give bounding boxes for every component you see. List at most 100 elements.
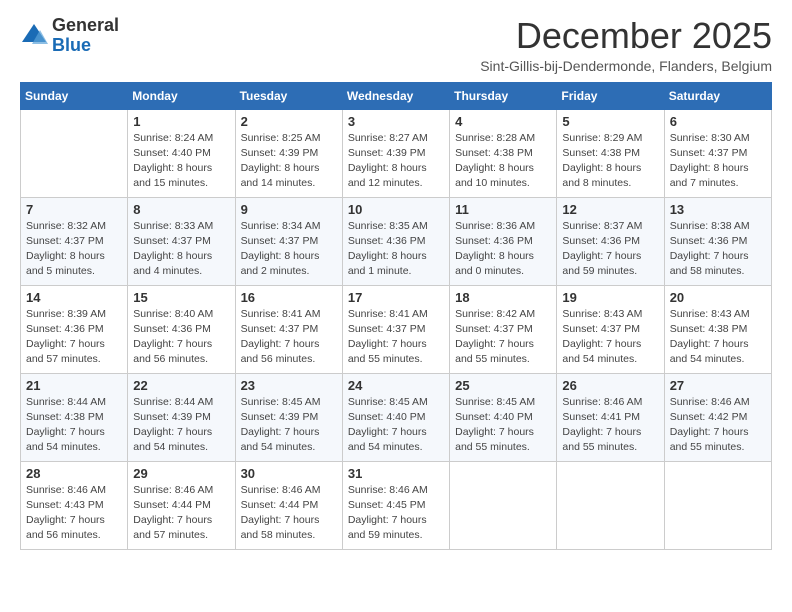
day-number: 20 (670, 290, 766, 305)
day-number: 11 (455, 202, 551, 217)
day-info: Sunrise: 8:46 AMSunset: 4:43 PMDaylight:… (26, 483, 122, 544)
day-info: Sunrise: 8:41 AMSunset: 4:37 PMDaylight:… (241, 307, 337, 368)
calendar-cell (450, 461, 557, 549)
day-number: 5 (562, 114, 658, 129)
title-block: December 2025 Sint-Gillis-bij-Dendermond… (480, 16, 772, 74)
day-number: 30 (241, 466, 337, 481)
calendar-cell: 4 Sunrise: 8:28 AMSunset: 4:38 PMDaylight… (450, 109, 557, 197)
calendar-cell: 31Sunrise: 8:46 AMSunset: 4:45 PMDayligh… (342, 461, 449, 549)
calendar-cell: 17 Sunrise: 8:41 AMSunset: 4:37 PMDayligh… (342, 285, 449, 373)
day-number: 8 (133, 202, 229, 217)
day-number: 29 (133, 466, 229, 481)
day-number: 12 (562, 202, 658, 217)
calendar-cell: 2 Sunrise: 8:25 AMSunset: 4:39 PMDaylight… (235, 109, 342, 197)
day-info: Sunrise: 8:25 AMSunset: 4:39 PMDaylight:… (241, 131, 337, 192)
calendar-cell: 8 Sunrise: 8:33 AMSunset: 4:37 PMDaylight… (128, 197, 235, 285)
day-number: 14 (26, 290, 122, 305)
day-header-thursday: Thursday (450, 82, 557, 109)
calendar-header-row: SundayMondayTuesdayWednesdayThursdayFrid… (21, 82, 772, 109)
day-header-monday: Monday (128, 82, 235, 109)
subtitle: Sint-Gillis-bij-Dendermonde, Flanders, B… (480, 58, 772, 74)
day-header-saturday: Saturday (664, 82, 771, 109)
calendar-cell: 12 Sunrise: 8:37 AMSunset: 4:36 PMDayligh… (557, 197, 664, 285)
day-info: Sunrise: 8:39 AMSunset: 4:36 PMDaylight:… (26, 307, 122, 368)
day-info: Sunrise: 8:42 AMSunset: 4:37 PMDaylight:… (455, 307, 551, 368)
day-header-tuesday: Tuesday (235, 82, 342, 109)
calendar-cell: 20 Sunrise: 8:43 AMSunset: 4:38 PMDayligh… (664, 285, 771, 373)
calendar-cell: 9 Sunrise: 8:34 AMSunset: 4:37 PMDaylight… (235, 197, 342, 285)
day-info: Sunrise: 8:46 AMSunset: 4:44 PMDaylight:… (241, 483, 337, 544)
day-number: 7 (26, 202, 122, 217)
day-header-friday: Friday (557, 82, 664, 109)
calendar-week-row: 7Sunrise: 8:32 AMSunset: 4:37 PMDaylight… (21, 197, 772, 285)
day-info: Sunrise: 8:41 AMSunset: 4:37 PMDaylight:… (348, 307, 444, 368)
calendar-cell: 26Sunrise: 8:46 AMSunset: 4:41 PMDayligh… (557, 373, 664, 461)
calendar-week-row: 21 Sunrise: 8:44 AMSunset: 4:38 PMDayligh… (21, 373, 772, 461)
day-info: Sunrise: 8:46 AMSunset: 4:41 PMDaylight:… (562, 395, 658, 456)
day-header-wednesday: Wednesday (342, 82, 449, 109)
day-info: Sunrise: 8:28 AMSunset: 4:38 PMDaylight:… (455, 131, 551, 192)
month-title: December 2025 (480, 16, 772, 56)
day-info: Sunrise: 8:44 AMSunset: 4:39 PMDaylight:… (133, 395, 229, 456)
calendar-cell: 6Sunrise: 8:30 AMSunset: 4:37 PMDaylight… (664, 109, 771, 197)
day-info: Sunrise: 8:43 AMSunset: 4:38 PMDaylight:… (670, 307, 766, 368)
calendar-cell: 24Sunrise: 8:45 AMSunset: 4:40 PMDayligh… (342, 373, 449, 461)
day-number: 2 (241, 114, 337, 129)
logo: General Blue (20, 16, 119, 56)
day-info: Sunrise: 8:37 AMSunset: 4:36 PMDaylight:… (562, 219, 658, 280)
day-number: 13 (670, 202, 766, 217)
day-info: Sunrise: 8:44 AMSunset: 4:38 PMDaylight:… (26, 395, 122, 456)
day-number: 24 (348, 378, 444, 393)
calendar-cell: 28 Sunrise: 8:46 AMSunset: 4:43 PMDayligh… (21, 461, 128, 549)
day-header-sunday: Sunday (21, 82, 128, 109)
day-info: Sunrise: 8:33 AMSunset: 4:37 PMDaylight:… (133, 219, 229, 280)
calendar-cell: 13 Sunrise: 8:38 AMSunset: 4:36 PMDayligh… (664, 197, 771, 285)
page-header: General Blue December 2025 Sint-Gillis-b… (20, 16, 772, 74)
calendar-cell (664, 461, 771, 549)
calendar-cell: 22 Sunrise: 8:44 AMSunset: 4:39 PMDayligh… (128, 373, 235, 461)
calendar-week-row: 14 Sunrise: 8:39 AMSunset: 4:36 PMDayligh… (21, 285, 772, 373)
day-number: 4 (455, 114, 551, 129)
calendar-cell: 25Sunrise: 8:45 AMSunset: 4:40 PMDayligh… (450, 373, 557, 461)
day-number: 10 (348, 202, 444, 217)
calendar-cell: 11 Sunrise: 8:36 AMSunset: 4:36 PMDayligh… (450, 197, 557, 285)
day-number: 28 (26, 466, 122, 481)
calendar-cell: 29 Sunrise: 8:46 AMSunset: 4:44 PMDayligh… (128, 461, 235, 549)
day-number: 18 (455, 290, 551, 305)
day-info: Sunrise: 8:46 AMSunset: 4:44 PMDaylight:… (133, 483, 229, 544)
day-number: 17 (348, 290, 444, 305)
day-info: Sunrise: 8:43 AMSunset: 4:37 PMDaylight:… (562, 307, 658, 368)
day-info: Sunrise: 8:35 AMSunset: 4:36 PMDaylight:… (348, 219, 444, 280)
day-number: 15 (133, 290, 229, 305)
calendar-cell: 19 Sunrise: 8:43 AMSunset: 4:37 PMDayligh… (557, 285, 664, 373)
calendar-cell: 1Sunrise: 8:24 AMSunset: 4:40 PMDaylight… (128, 109, 235, 197)
calendar-cell: 23Sunrise: 8:45 AMSunset: 4:39 PMDayligh… (235, 373, 342, 461)
day-info: Sunrise: 8:34 AMSunset: 4:37 PMDaylight:… (241, 219, 337, 280)
logo-general: General (52, 15, 119, 35)
day-info: Sunrise: 8:36 AMSunset: 4:36 PMDaylight:… (455, 219, 551, 280)
calendar-cell: 21 Sunrise: 8:44 AMSunset: 4:38 PMDayligh… (21, 373, 128, 461)
calendar-cell (21, 109, 128, 197)
day-number: 6 (670, 114, 766, 129)
calendar-week-row: 28 Sunrise: 8:46 AMSunset: 4:43 PMDayligh… (21, 461, 772, 549)
calendar-cell: 15 Sunrise: 8:40 AMSunset: 4:36 PMDayligh… (128, 285, 235, 373)
calendar-cell: 18 Sunrise: 8:42 AMSunset: 4:37 PMDayligh… (450, 285, 557, 373)
day-number: 9 (241, 202, 337, 217)
logo-text: General Blue (52, 16, 119, 56)
day-number: 3 (348, 114, 444, 129)
calendar-week-row: 1Sunrise: 8:24 AMSunset: 4:40 PMDaylight… (21, 109, 772, 197)
logo-icon (20, 22, 48, 50)
day-info: Sunrise: 8:40 AMSunset: 4:36 PMDaylight:… (133, 307, 229, 368)
calendar-cell: 16Sunrise: 8:41 AMSunset: 4:37 PMDayligh… (235, 285, 342, 373)
day-number: 31 (348, 466, 444, 481)
calendar-cell: 30 Sunrise: 8:46 AMSunset: 4:44 PMDayligh… (235, 461, 342, 549)
day-info: Sunrise: 8:45 AMSunset: 4:40 PMDaylight:… (455, 395, 551, 456)
day-number: 22 (133, 378, 229, 393)
day-info: Sunrise: 8:27 AMSunset: 4:39 PMDaylight:… (348, 131, 444, 192)
day-info: Sunrise: 8:29 AMSunset: 4:38 PMDaylight:… (562, 131, 658, 192)
calendar-cell (557, 461, 664, 549)
day-info: Sunrise: 8:46 AMSunset: 4:42 PMDaylight:… (670, 395, 766, 456)
day-number: 21 (26, 378, 122, 393)
day-number: 19 (562, 290, 658, 305)
day-info: Sunrise: 8:38 AMSunset: 4:36 PMDaylight:… (670, 219, 766, 280)
